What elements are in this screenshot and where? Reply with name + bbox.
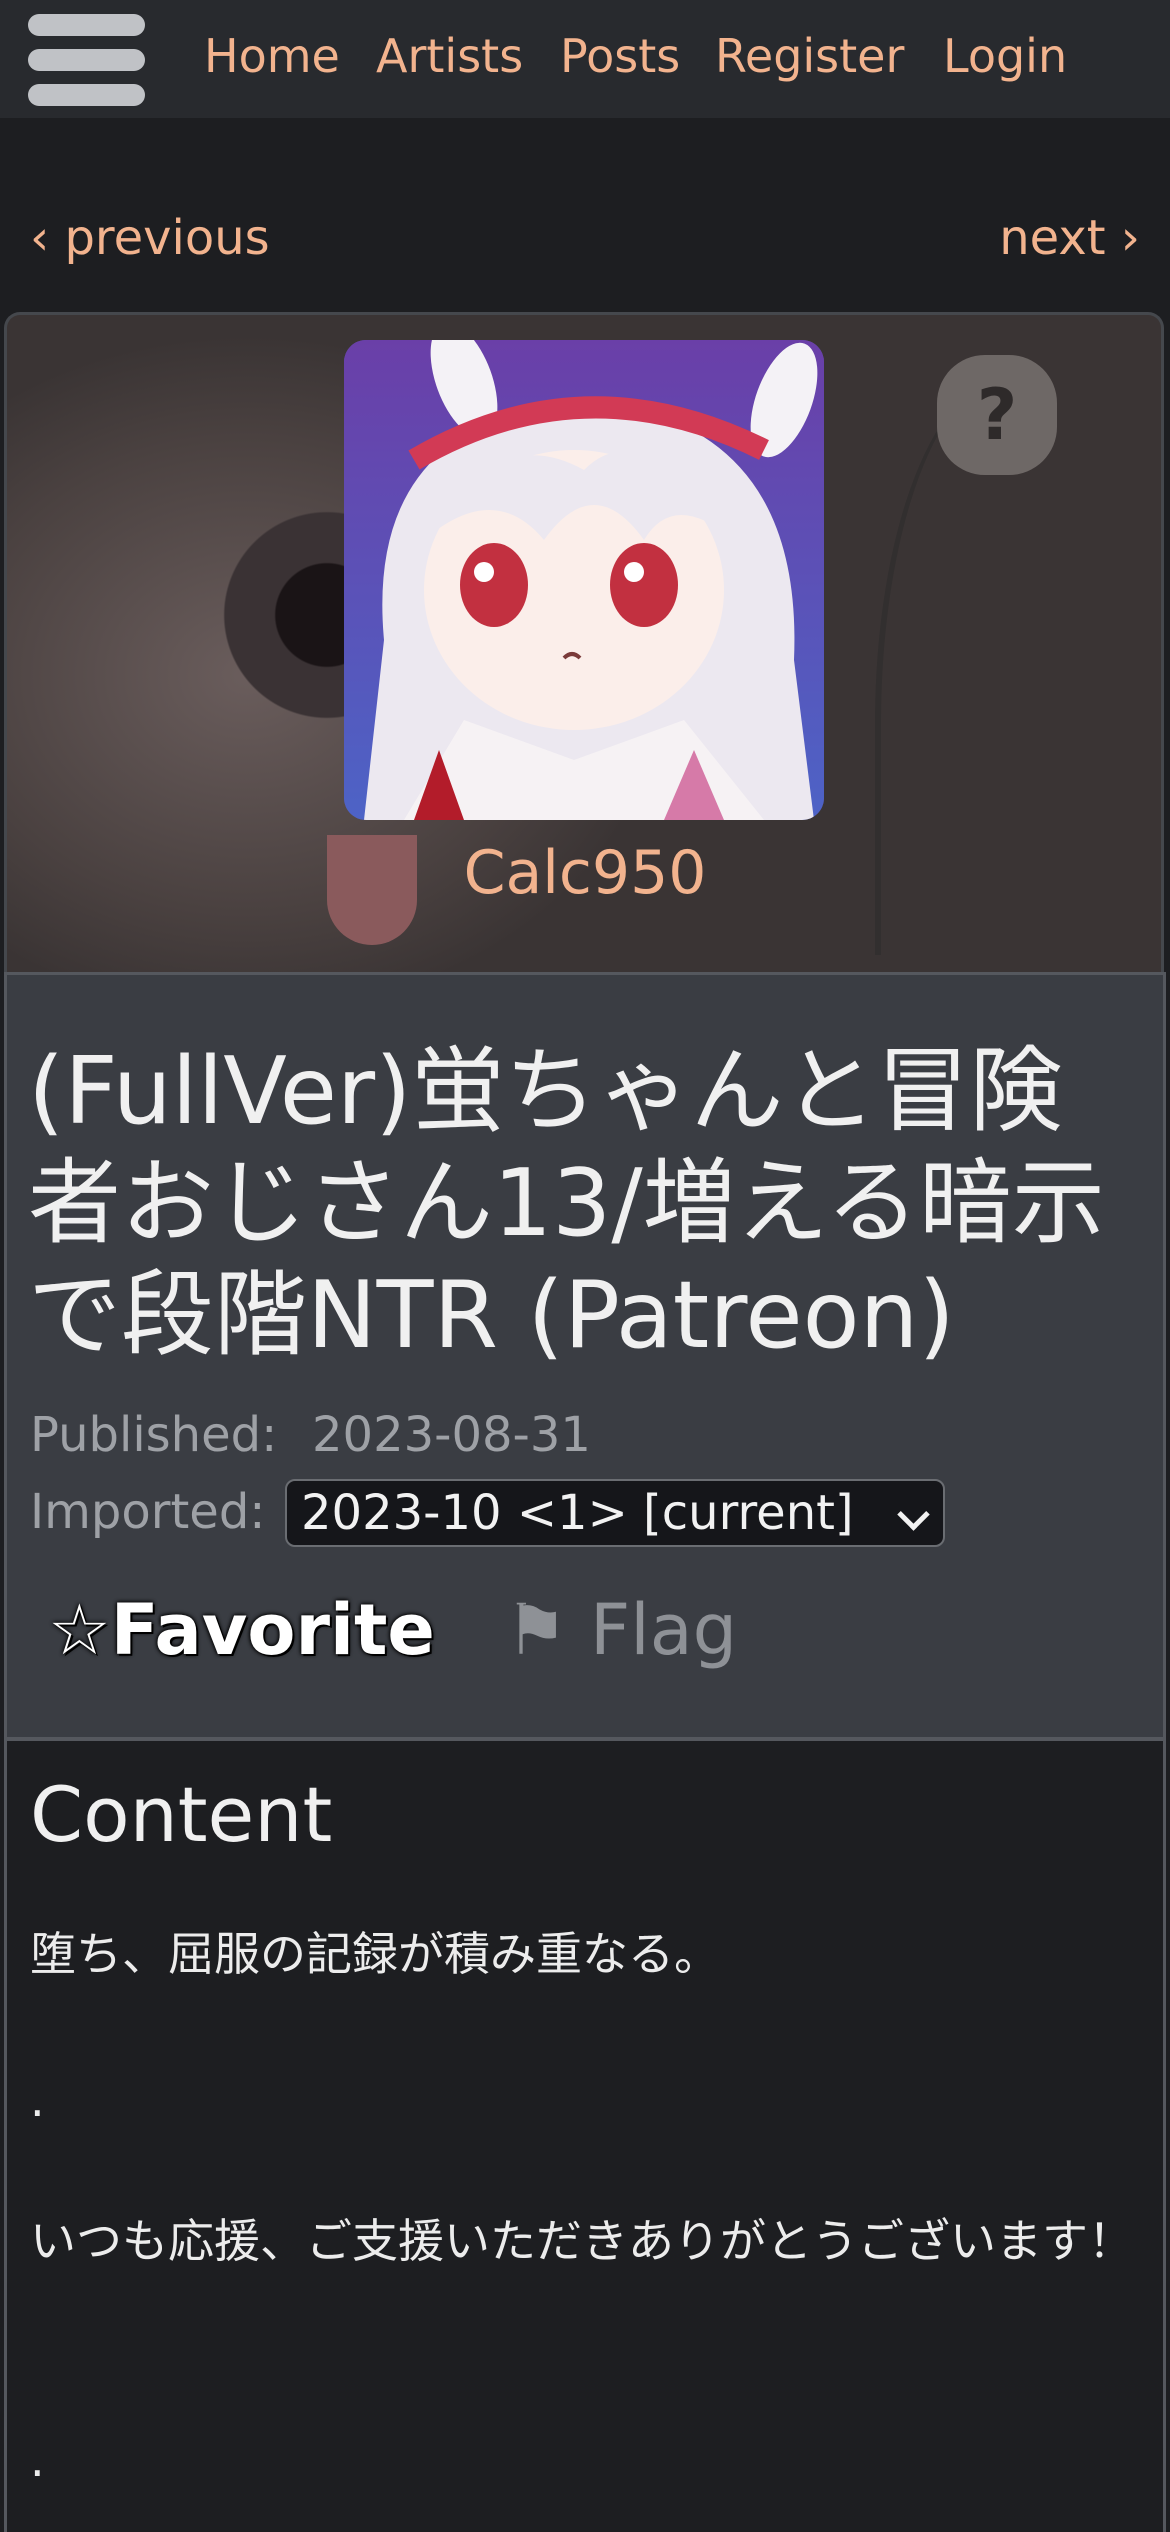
chevron-down-icon [897,1498,930,1531]
flag-label: Flag [590,1589,738,1671]
nav-link-posts[interactable]: Posts [560,26,680,86]
content-paragraph: 堕ち、屈服の記録が積み重なる。 [30,1927,720,1981]
revision-select[interactable]: 2023-10 <1> [current] [285,1479,945,1547]
favorite-label: Favorite [110,1589,435,1671]
artist-name[interactable]: Calc950 [0,833,1170,913]
nav-link-artists[interactable]: Artists [376,26,523,86]
content-paragraph: . [30,2433,45,2487]
hamburger-menu-icon[interactable] [28,14,145,106]
nav-link-register[interactable]: Register [715,26,904,86]
favorite-button[interactable]: ☆Favorite [48,1590,435,1670]
published-label: Published: [30,1407,278,1463]
nav-link-login[interactable]: Login [943,26,1067,86]
artist-avatar[interactable] [344,340,824,820]
avatar-illustration [344,340,824,820]
content-paragraph: いつも応援、ご支援いただきありがとうございます！ [30,2214,1134,2268]
post-title: (FullVer)蛍ちゃんと冒険者おじさん13/増える暗示で段階NTR (Pat… [28,1037,1105,1369]
revision-selected-value: 2023-10 <1> [current] [301,1485,854,1541]
flag-button[interactable]: ⚑ Flag [505,1590,737,1670]
imported-label: Imported: [30,1484,266,1540]
star-icon: ☆ [48,1589,111,1671]
content-paragraph: . [30,2073,45,2127]
published-date: 2023-08-31 [312,1407,591,1463]
next-link[interactable]: next › [999,208,1140,268]
banner-speech-bubble: ? [937,355,1057,475]
top-nav: Home Artists Posts Register Login [0,0,1170,118]
nav-link-home[interactable]: Home [204,26,340,86]
content-heading: Content [30,1770,333,1859]
flag-icon: ⚑ [505,1589,568,1671]
previous-link[interactable]: ‹ previous [30,208,270,268]
